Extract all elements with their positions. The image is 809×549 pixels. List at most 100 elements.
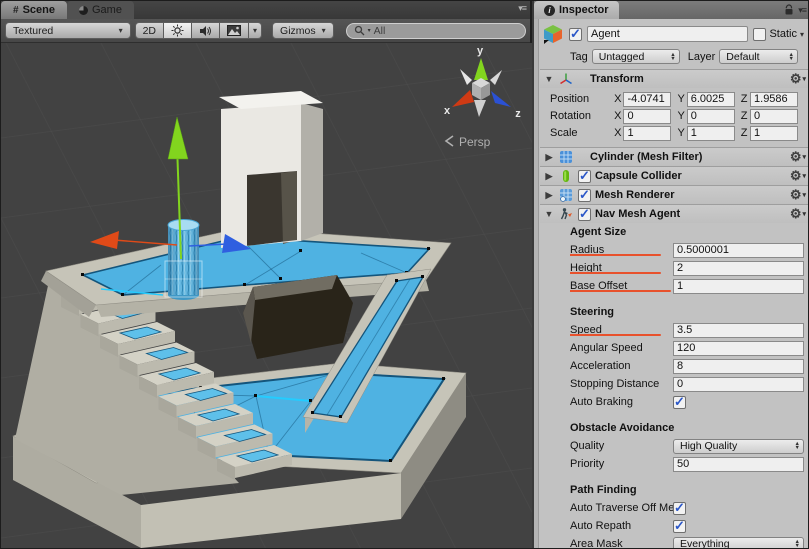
component-enabled-checkbox[interactable] <box>578 168 591 184</box>
area-mask-dropdown[interactable]: Everything ▲ ▼ <box>673 536 804 548</box>
angular-speed-input[interactable]: 120 <box>673 340 804 356</box>
foldout-icon[interactable]: ▶ <box>544 190 554 201</box>
auto-braking-checkbox[interactable] <box>673 394 686 410</box>
radius-row: Radius 0.5000001 <box>540 241 808 259</box>
static-checkbox[interactable] <box>753 27 767 41</box>
scale-z-field[interactable]: 1 <box>750 125 798 141</box>
speed-input[interactable]: 3.5 <box>673 322 804 338</box>
effects-toggle-button[interactable] <box>220 22 250 39</box>
projection-label[interactable]: Persp <box>459 135 491 149</box>
component-header-capsulecollider[interactable]: ▶ Capsule Collider ⚙▾ <box>540 166 808 185</box>
area-mask-row: Area Mask Everything ▲ ▼ <box>540 535 808 548</box>
gear-icon[interactable]: ⚙ ▾ <box>790 187 806 203</box>
component-header-meshfilter[interactable]: ▶ Cylinder (Mesh Filter) ⚙ ▾ <box>540 147 808 166</box>
height-input[interactable]: 2 <box>673 260 804 276</box>
acceleration-row: Acceleration 8 <box>540 357 808 375</box>
rotation-y-field[interactable]: 0 <box>686 108 735 124</box>
section-heading: Agent Size <box>570 226 627 238</box>
scene-search-input[interactable]: ▾ All <box>345 22 526 39</box>
component-title: Cylinder (Mesh Filter) <box>590 151 703 163</box>
gizmos-dropdown[interactable]: Gizmos ▾ <box>272 22 334 39</box>
layer-dropdown[interactable]: Default ▲ ▼ <box>719 49 798 64</box>
component-enabled-checkbox[interactable] <box>578 187 591 203</box>
base-offset-input[interactable]: 1 <box>673 278 804 294</box>
tag-dropdown[interactable]: Untagged ▲ ▼ <box>591 49 680 64</box>
auto-traverse-row: Auto Traverse Off Mes <box>540 499 808 517</box>
tag-layer-row: Tag Untagged ▲ ▼ Layer Default ▲ ▼ <box>540 45 808 65</box>
inspector-menu-icon[interactable]: ▾≡ <box>798 5 807 16</box>
inspector-edge <box>534 19 539 548</box>
position-y-field[interactable]: 6.0025 <box>686 91 735 107</box>
audio-toggle-button[interactable] <box>192 22 221 39</box>
angular-speed-row: Angular Speed 120 <box>540 339 808 357</box>
position-x-field[interactable]: -4.0741 <box>623 91 672 107</box>
auto-repath-row: Auto Repath <box>540 517 808 535</box>
base-offset-row: Base Offset 1 <box>540 277 808 295</box>
foldout-icon[interactable]: ▼ <box>544 74 554 84</box>
inspector-panel: i Inspector ▾≡ ✓ Agent Static ▾ Tag Unta… <box>534 1 808 548</box>
gear-icon[interactable]: ⚙ ▾ <box>790 71 806 87</box>
component-header-navmeshagent[interactable]: ▼ Nav Mesh Agent ⚙▾ <box>540 204 808 223</box>
tab-scene-label: Scene <box>22 4 55 16</box>
height-row: Height 2 <box>540 259 808 277</box>
component-header-meshrenderer[interactable]: ▶ Mesh Renderer ⚙▾ <box>540 185 808 204</box>
tab-inspector[interactable]: i Inspector <box>534 1 619 19</box>
auto-repath-checkbox[interactable] <box>673 518 686 534</box>
foldout-icon[interactable]: ▶ <box>544 152 554 163</box>
mesh-filter-icon <box>558 149 574 165</box>
image-icon <box>227 25 242 36</box>
scene-toolbar: Textured ▾ 2D ▾ Gizmos ▾ ▾ All <box>1 19 530 43</box>
static-label: Static <box>769 28 797 40</box>
radius-input[interactable]: 0.5000001 <box>673 242 804 258</box>
scale-x-field[interactable]: 1 <box>623 125 672 141</box>
nav-mesh-agent-icon <box>558 206 574 222</box>
component-enabled-checkbox[interactable] <box>578 206 591 222</box>
unity-editor-window: # Scene Game ▾≡ Textured ▾ 2D ▾ Gizmos ▾… <box>0 0 809 549</box>
static-control[interactable]: Static ▾ <box>753 27 804 41</box>
gameobject-cube-icon[interactable] <box>542 23 564 45</box>
section-heading: Steering <box>570 306 615 318</box>
auto-traverse-checkbox[interactable] <box>673 500 686 516</box>
gameobject-header: Agent Static ▾ <box>540 19 808 45</box>
position-z-field[interactable]: 1.9586 <box>750 91 798 107</box>
gear-icon[interactable]: ⚙ ▾ <box>790 206 806 222</box>
capsule-collider-icon <box>558 168 574 184</box>
stopping-distance-input[interactable]: 0 <box>673 376 804 392</box>
quality-dropdown[interactable]: High Quality ▲ ▼ <box>673 438 804 454</box>
lock-icon[interactable] <box>784 4 794 16</box>
priority-input[interactable]: 50 <box>673 456 804 472</box>
foldout-icon[interactable]: ▶ <box>544 171 554 182</box>
panel-menu-icon[interactable]: ▾≡ <box>518 3 527 14</box>
quality-row: Quality High Quality ▲ ▼ <box>540 437 808 455</box>
transform-body: Position X -4.0741 Y 6.0025 Z 1.9586 Rotati… <box>540 88 808 147</box>
stopping-distance-row: Stopping Distance 0 <box>540 375 808 393</box>
scale-row: Scale X1 Y1 Z1 <box>540 125 804 141</box>
rotation-z-field[interactable]: 0 <box>750 108 798 124</box>
2d-toggle-button[interactable]: 2D <box>134 22 165 39</box>
section-heading: Obstacle Avoidance <box>570 422 675 434</box>
acceleration-input[interactable]: 8 <box>673 358 804 374</box>
rotation-x-field[interactable]: 0 <box>623 108 672 124</box>
rotation-row: Rotation X0 Y0 Z0 <box>540 108 804 124</box>
render-mode-label: Textured <box>13 24 54 37</box>
gameobject-enabled-checkbox[interactable] <box>569 26 582 42</box>
tab-scene[interactable]: # Scene <box>1 1 67 19</box>
tab-inspector-label: Inspector <box>559 4 609 16</box>
search-filter-caret[interactable]: ▾ <box>368 27 371 34</box>
gear-icon[interactable]: ⚙ ▾ <box>790 168 806 184</box>
foldout-icon[interactable]: ▼ <box>544 209 554 219</box>
gear-icon[interactable]: ⚙ ▾ <box>790 149 806 165</box>
tag-label: Tag <box>570 50 588 63</box>
lighting-toggle-button[interactable] <box>164 22 193 39</box>
tab-game[interactable]: Game <box>66 1 134 19</box>
static-dropdown-caret[interactable]: ▾ <box>800 30 804 39</box>
effects-dropdown[interactable]: ▾ <box>249 22 263 39</box>
agent-cylinder[interactable] <box>164 219 203 301</box>
info-icon: i <box>544 4 555 16</box>
transform-header[interactable]: ▼ Transform ⚙ ▾ <box>540 69 808 88</box>
gameobject-name-field[interactable]: Agent <box>587 26 749 42</box>
render-mode-dropdown[interactable]: Textured ▾ <box>5 22 131 39</box>
scene-viewport[interactable]: y x z Persp <box>1 43 532 548</box>
scale-y-field[interactable]: 1 <box>686 125 735 141</box>
speaker-icon <box>200 25 212 36</box>
